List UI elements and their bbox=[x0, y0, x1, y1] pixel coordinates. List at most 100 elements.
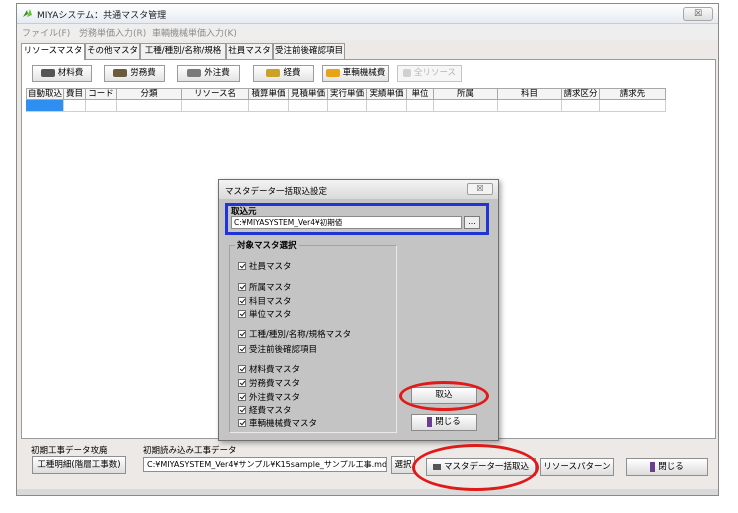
labor-cost-label: 労務費 bbox=[130, 68, 156, 78]
checkbox-department-master[interactable]: 所属マスタ bbox=[238, 281, 292, 293]
checkbox-material-master[interactable]: 材料費マスタ bbox=[238, 363, 300, 375]
labor-cost-button[interactable]: 労務費 bbox=[104, 65, 165, 82]
bottom-bar: 初期工事データ攻廃 工種明細(階層工事数) 初期読み込み工事データ C:¥MIY… bbox=[17, 441, 718, 495]
table-cell[interactable] bbox=[182, 100, 249, 112]
col-auto-import[interactable]: 自動取込 bbox=[26, 88, 64, 100]
checkbox-label: 科目マスタ bbox=[249, 297, 292, 307]
col-billing-type[interactable]: 請求区分 bbox=[562, 88, 600, 100]
initial-data-button[interactable]: 工種明細(階層工事数) bbox=[32, 456, 126, 474]
table-cell[interactable] bbox=[434, 100, 498, 112]
checkbox-box[interactable] bbox=[238, 365, 246, 373]
vehicle-cost-button[interactable]: 車輌機械費 bbox=[322, 65, 389, 82]
outsourcing-cost-button[interactable]: 外注費 bbox=[177, 65, 240, 82]
col-cost-item[interactable]: 費目 bbox=[64, 88, 86, 100]
all-resources-button[interactable]: 全リソース bbox=[397, 65, 462, 82]
checkbox-box[interactable] bbox=[238, 406, 246, 414]
menu-file[interactable]: ファイル(F) bbox=[22, 26, 70, 39]
table-cell-selected[interactable] bbox=[26, 100, 64, 112]
resource-pattern-button[interactable]: リソースパターン bbox=[540, 458, 614, 476]
expense-button[interactable]: 経費 bbox=[253, 65, 314, 82]
select-button[interactable]: 選択 bbox=[391, 456, 415, 474]
checkbox-outsourcing-master[interactable]: 外注費マスタ bbox=[238, 391, 300, 403]
col-department[interactable]: 所属 bbox=[434, 88, 498, 100]
tab-employee-master[interactable]: 社員マスタ bbox=[226, 43, 273, 59]
checkbox-label: 外注費マスタ bbox=[249, 393, 301, 403]
target-master-label: 対象マスタ選択 bbox=[235, 239, 299, 251]
load-data-label: 初期読み込み工事データ bbox=[143, 446, 237, 456]
import-button[interactable]: 取込 bbox=[411, 387, 477, 404]
checkbox-box[interactable] bbox=[238, 393, 246, 401]
col-account[interactable]: 科目 bbox=[498, 88, 562, 100]
checkbox-label: 受注前後確認項目 bbox=[249, 345, 318, 355]
checkbox-box[interactable] bbox=[238, 310, 246, 318]
checkbox-expense-master[interactable]: 経費マスタ bbox=[238, 404, 292, 416]
col-unit[interactable]: 単位 bbox=[407, 88, 434, 100]
tab-work-type[interactable]: 工種/種別/名称/規格 bbox=[140, 43, 226, 59]
checkbox-order-check-items[interactable]: 受注前後確認項目 bbox=[238, 343, 317, 355]
checkbox-labor-master[interactable]: 労務費マスタ bbox=[238, 377, 300, 389]
material-cost-label: 材料費 bbox=[57, 68, 84, 78]
col-exec-price[interactable]: 実行単価 bbox=[328, 88, 367, 100]
material-cost-button[interactable]: 材料費 bbox=[32, 65, 92, 82]
door-icon bbox=[650, 461, 656, 472]
checkbox-box[interactable] bbox=[238, 345, 246, 353]
checkbox-box[interactable] bbox=[238, 379, 246, 387]
main-close-button[interactable]: 閉じる bbox=[626, 458, 708, 476]
title-bar: MIYAシステム：共通マスタ管理 ☒ bbox=[17, 4, 718, 24]
checkbox-label: 工種/種別/名称/規格マスタ bbox=[249, 330, 352, 340]
table-row[interactable] bbox=[26, 100, 716, 112]
col-code[interactable]: コード bbox=[86, 88, 117, 100]
col-billing-to[interactable]: 請求先 bbox=[600, 88, 666, 100]
dialog-close-button[interactable]: 閉じる bbox=[411, 414, 477, 431]
table-cell[interactable] bbox=[407, 100, 434, 112]
table-cell[interactable] bbox=[64, 100, 86, 112]
table-cell[interactable] bbox=[562, 100, 600, 112]
checkbox-box[interactable] bbox=[238, 297, 246, 305]
menu-vehicle-price[interactable]: 車輌機械単価入力(K) bbox=[152, 26, 237, 39]
status-bar bbox=[17, 489, 718, 495]
import-icon bbox=[432, 463, 441, 470]
bulk-import-button[interactable]: マスタデータ一括取込 bbox=[426, 458, 536, 476]
checkbox-label: 単位マスタ bbox=[249, 310, 292, 320]
bulk-import-dialog: マスタデータ一括取込設定 ☒ 取込元 C:¥MIYASYSTEM_Ver4¥初期… bbox=[218, 179, 499, 441]
checkbox-box[interactable] bbox=[238, 419, 246, 427]
outsourcing-cost-label: 外注費 bbox=[204, 68, 230, 78]
door-icon bbox=[427, 416, 433, 427]
col-resource-name[interactable]: リソース名 bbox=[182, 88, 249, 100]
col-category[interactable]: 分類 bbox=[117, 88, 182, 100]
checkbox-box[interactable] bbox=[238, 283, 246, 291]
checkbox-vehicle-master[interactable]: 車輌機械費マスタ bbox=[238, 417, 317, 429]
coins-icon bbox=[266, 68, 281, 77]
window-close-button[interactable]: ☒ bbox=[683, 7, 713, 21]
table-cell[interactable] bbox=[498, 100, 562, 112]
checkbox-box[interactable] bbox=[238, 330, 246, 338]
table-cell[interactable] bbox=[289, 100, 328, 112]
checkbox-box[interactable] bbox=[238, 262, 246, 270]
table-cell[interactable] bbox=[600, 100, 666, 112]
checkbox-employee-master[interactable]: 社員マスタ bbox=[238, 260, 292, 272]
checkbox-label: 所属マスタ bbox=[249, 283, 292, 293]
menu-labor-price[interactable]: 労務単価入力(R) bbox=[79, 26, 146, 39]
table-cell[interactable] bbox=[86, 100, 117, 112]
list-icon bbox=[402, 68, 411, 77]
window-title: MIYAシステム：共通マスタ管理 bbox=[37, 11, 167, 21]
col-quote-price[interactable]: 見積単価 bbox=[289, 88, 328, 100]
col-estimate-price[interactable]: 積算単価 bbox=[249, 88, 289, 100]
table-cell[interactable] bbox=[328, 100, 367, 112]
dialog-close-x-button[interactable]: ☒ bbox=[467, 183, 493, 195]
table-cell[interactable] bbox=[367, 100, 407, 112]
tab-other-master[interactable]: その他マスタ bbox=[85, 43, 140, 59]
checkbox-label: 社員マスタ bbox=[249, 262, 292, 272]
checkbox-work-type-master[interactable]: 工種/種別/名称/規格マスタ bbox=[238, 328, 351, 340]
tab-order-check[interactable]: 受注前後確認項目 bbox=[273, 43, 345, 59]
checkbox-unit-master[interactable]: 単位マスタ bbox=[238, 308, 292, 320]
checkbox-account-master[interactable]: 科目マスタ bbox=[238, 295, 292, 307]
table-cell[interactable] bbox=[117, 100, 182, 112]
tab-resource-master[interactable]: リソースマスタ bbox=[21, 43, 85, 60]
table-cell[interactable] bbox=[249, 100, 289, 112]
dialog-title-bar: マスタデータ一括取込設定 ☒ bbox=[219, 180, 498, 199]
col-actual-price[interactable]: 実績単価 bbox=[367, 88, 407, 100]
vehicle-icon bbox=[325, 68, 340, 77]
menu-bar: ファイル(F) 労務単価入力(R) 車輌機械単価入力(K) bbox=[17, 24, 718, 40]
load-data-path-field[interactable]: C:¥MIYASYSTEM_Ver4¥サンプル¥K15sample_サンプル工事… bbox=[143, 457, 387, 472]
